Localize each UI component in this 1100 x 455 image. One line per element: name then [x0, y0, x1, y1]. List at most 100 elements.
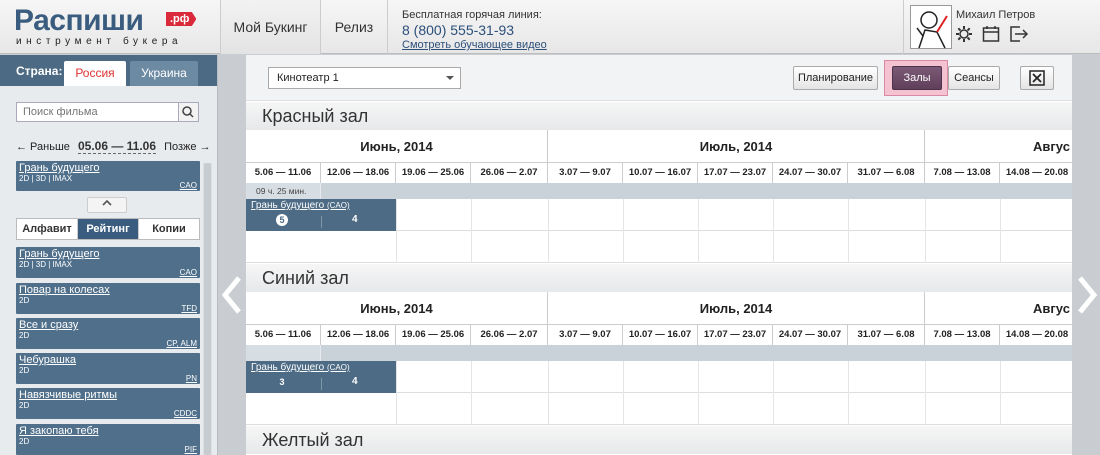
booking-week-count[interactable]: 5	[276, 214, 288, 226]
tab-country-ukraine[interactable]: Украина	[130, 61, 198, 86]
planning-button[interactable]: Планирование	[793, 66, 878, 90]
week-label: 26.06 — 2.07	[471, 325, 548, 345]
film-formats: 2D | 3D | IMAX	[19, 260, 73, 269]
logo[interactable]: Распиши .рф инструмент букера	[14, 6, 214, 48]
week-label: 10.07 — 16.07	[623, 163, 698, 183]
film-distributor[interactable]: CP, ALM	[166, 339, 197, 348]
scrollbar-thumb[interactable]	[204, 163, 211, 455]
month-label: Июнь, 2014	[246, 130, 548, 163]
week-label: 12.06 — 18.06	[321, 325, 396, 345]
week-label: 3.07 — 9.07	[548, 325, 623, 345]
film-formats: 2D	[19, 437, 30, 446]
tab-my-booking[interactable]: Мой Букинг	[220, 0, 321, 54]
film-title[interactable]: Все и сразу	[16, 318, 200, 331]
film-title[interactable]: Навязчивые ритмы	[16, 388, 200, 401]
tutorial-video-link[interactable]: Смотреть обучающее видео	[402, 39, 547, 51]
film-distributor[interactable]: CDDC	[174, 409, 197, 418]
week-label: 12.06 — 18.06	[321, 163, 396, 183]
week-label: 3.07 — 9.07	[548, 163, 623, 183]
prev-period-arrow[interactable]	[219, 270, 249, 320]
duration-strip	[246, 345, 1072, 361]
logo-text: Распиши	[14, 4, 144, 37]
booking-week-count[interactable]: 4	[352, 376, 358, 387]
sort-tabs: Алфавит Рейтинг Копии	[16, 218, 200, 240]
close-button[interactable]	[1020, 66, 1054, 90]
film-list-item[interactable]: Чебурашка 2D PN	[16, 353, 200, 384]
halls-button[interactable]: Залы	[892, 66, 942, 90]
booking-week-count[interactable]: 3	[276, 376, 288, 388]
chevron-down-icon	[446, 76, 454, 80]
film-list-item[interactable]: Повар на колесах 2D TFD	[16, 283, 200, 314]
sort-alphabet-tab[interactable]: Алфавит	[17, 219, 78, 239]
week-label: 14.08 — 20.08	[1000, 325, 1072, 345]
main-panel: Кинотеатр 1 Планирование Залы Сеансы Кра…	[246, 55, 1072, 455]
film-title[interactable]: Повар на колесах	[16, 283, 200, 296]
cinema-select-value: Кинотеатр 1	[277, 72, 339, 84]
film-list-item[interactable]: Навязчивые ритмы 2D CDDC	[16, 388, 200, 419]
chevron-right-icon	[1078, 276, 1098, 314]
collapse-button[interactable]	[87, 197, 127, 213]
user-name: Михаил Петров	[956, 9, 1036, 21]
hall-rows: Грань будущего (CAO) 5 4	[246, 199, 1072, 263]
tab-release[interactable]: Релиз	[321, 0, 388, 54]
film-search	[16, 102, 199, 122]
search-icon	[182, 106, 194, 118]
film-search-input[interactable]	[17, 103, 177, 121]
film-list-item[interactable]: Грань будущего 2D | 3D | IMAX CAO	[16, 247, 200, 278]
film-title[interactable]: Грань будущего	[16, 247, 200, 260]
hall-title: Желтый зал	[246, 426, 1072, 454]
month-label: Июнь, 2014	[246, 292, 548, 325]
sidebar: Страна: Россия Украина ← Раньше 05.06 — …	[0, 55, 218, 455]
sort-rating-tab[interactable]: Рейтинг	[78, 219, 139, 239]
table-row	[246, 231, 1072, 263]
logout-icon[interactable]	[1009, 25, 1029, 43]
selected-film[interactable]: Грань будущего 2D | 3D | IMAX CAO	[16, 161, 200, 191]
film-distributor[interactable]: PN	[186, 374, 197, 383]
search-button[interactable]	[178, 103, 198, 121]
week-label: 31.07 — 6.08	[848, 325, 925, 345]
hall-rows: Грань будущего (CAO) 3 4	[246, 361, 1072, 425]
hall-duration: 09 ч. 25 мин.	[246, 183, 321, 199]
settings-icon[interactable]	[955, 25, 973, 43]
week-label: 7.08 — 13.08	[925, 163, 1000, 183]
duration-strip: 09 ч. 25 мин.	[246, 183, 1072, 199]
booking-title[interactable]: Грань будущего (CAO)	[251, 200, 350, 211]
booking-week-count[interactable]: 4	[352, 214, 358, 225]
tab-country-russia[interactable]: Россия	[64, 61, 126, 86]
sort-copies-tab[interactable]: Копии	[139, 219, 199, 239]
film-distributor[interactable]: CAO	[180, 181, 197, 190]
film-distributor[interactable]: TFD	[181, 304, 197, 313]
hall-title: Красный зал	[246, 102, 1072, 130]
booking-block[interactable]: Грань будущего (CAO) 3 4	[246, 361, 396, 393]
logo-badge: .рф	[166, 12, 197, 26]
week-label: 26.06 — 2.07	[471, 163, 548, 183]
film-list-item[interactable]: Я закопаю тебя 2D PIF	[16, 424, 200, 455]
next-period-arrow[interactable]	[1074, 270, 1100, 320]
avatar[interactable]	[910, 5, 952, 49]
film-list-item[interactable]: Все и сразу 2D CP, ALM	[16, 318, 200, 349]
film-distributor[interactable]: PIF	[185, 445, 197, 454]
film-title[interactable]: Грань будущего	[16, 161, 200, 174]
toolbar: Кинотеатр 1 Планирование Залы Сеансы	[246, 55, 1072, 101]
booking-title[interactable]: Грань будущего (CAO)	[251, 362, 350, 373]
month-label: Авгус	[925, 130, 1072, 163]
week-label: 31.07 — 6.08	[848, 163, 925, 183]
cinema-select[interactable]: Кинотеатр 1	[268, 67, 461, 89]
calendar-icon[interactable]	[982, 25, 1000, 43]
week-label: 19.06 — 25.06	[396, 163, 471, 183]
film-title[interactable]: Я закопаю тебя	[16, 424, 200, 437]
table-row	[246, 393, 1072, 425]
hall-title: Синий зал	[246, 264, 1072, 292]
booking-block[interactable]: Грань будущего (CAO) 5 4	[246, 199, 396, 231]
chevron-up-icon	[102, 199, 112, 206]
sidebar-scrollbar[interactable]	[203, 163, 212, 455]
film-title[interactable]: Чебурашка	[16, 353, 200, 366]
period-next-link[interactable]: Позже →	[164, 141, 210, 153]
close-icon	[1029, 70, 1045, 86]
film-distributor[interactable]: CAO	[180, 268, 197, 277]
period-dates[interactable]: 05.06 — 11.06	[77, 139, 157, 154]
period-prev-link[interactable]: ← Раньше	[16, 141, 70, 153]
sessions-button[interactable]: Сеансы	[948, 66, 1000, 90]
month-label: Июль, 2014	[548, 292, 925, 325]
country-label: Страна:	[16, 64, 63, 78]
